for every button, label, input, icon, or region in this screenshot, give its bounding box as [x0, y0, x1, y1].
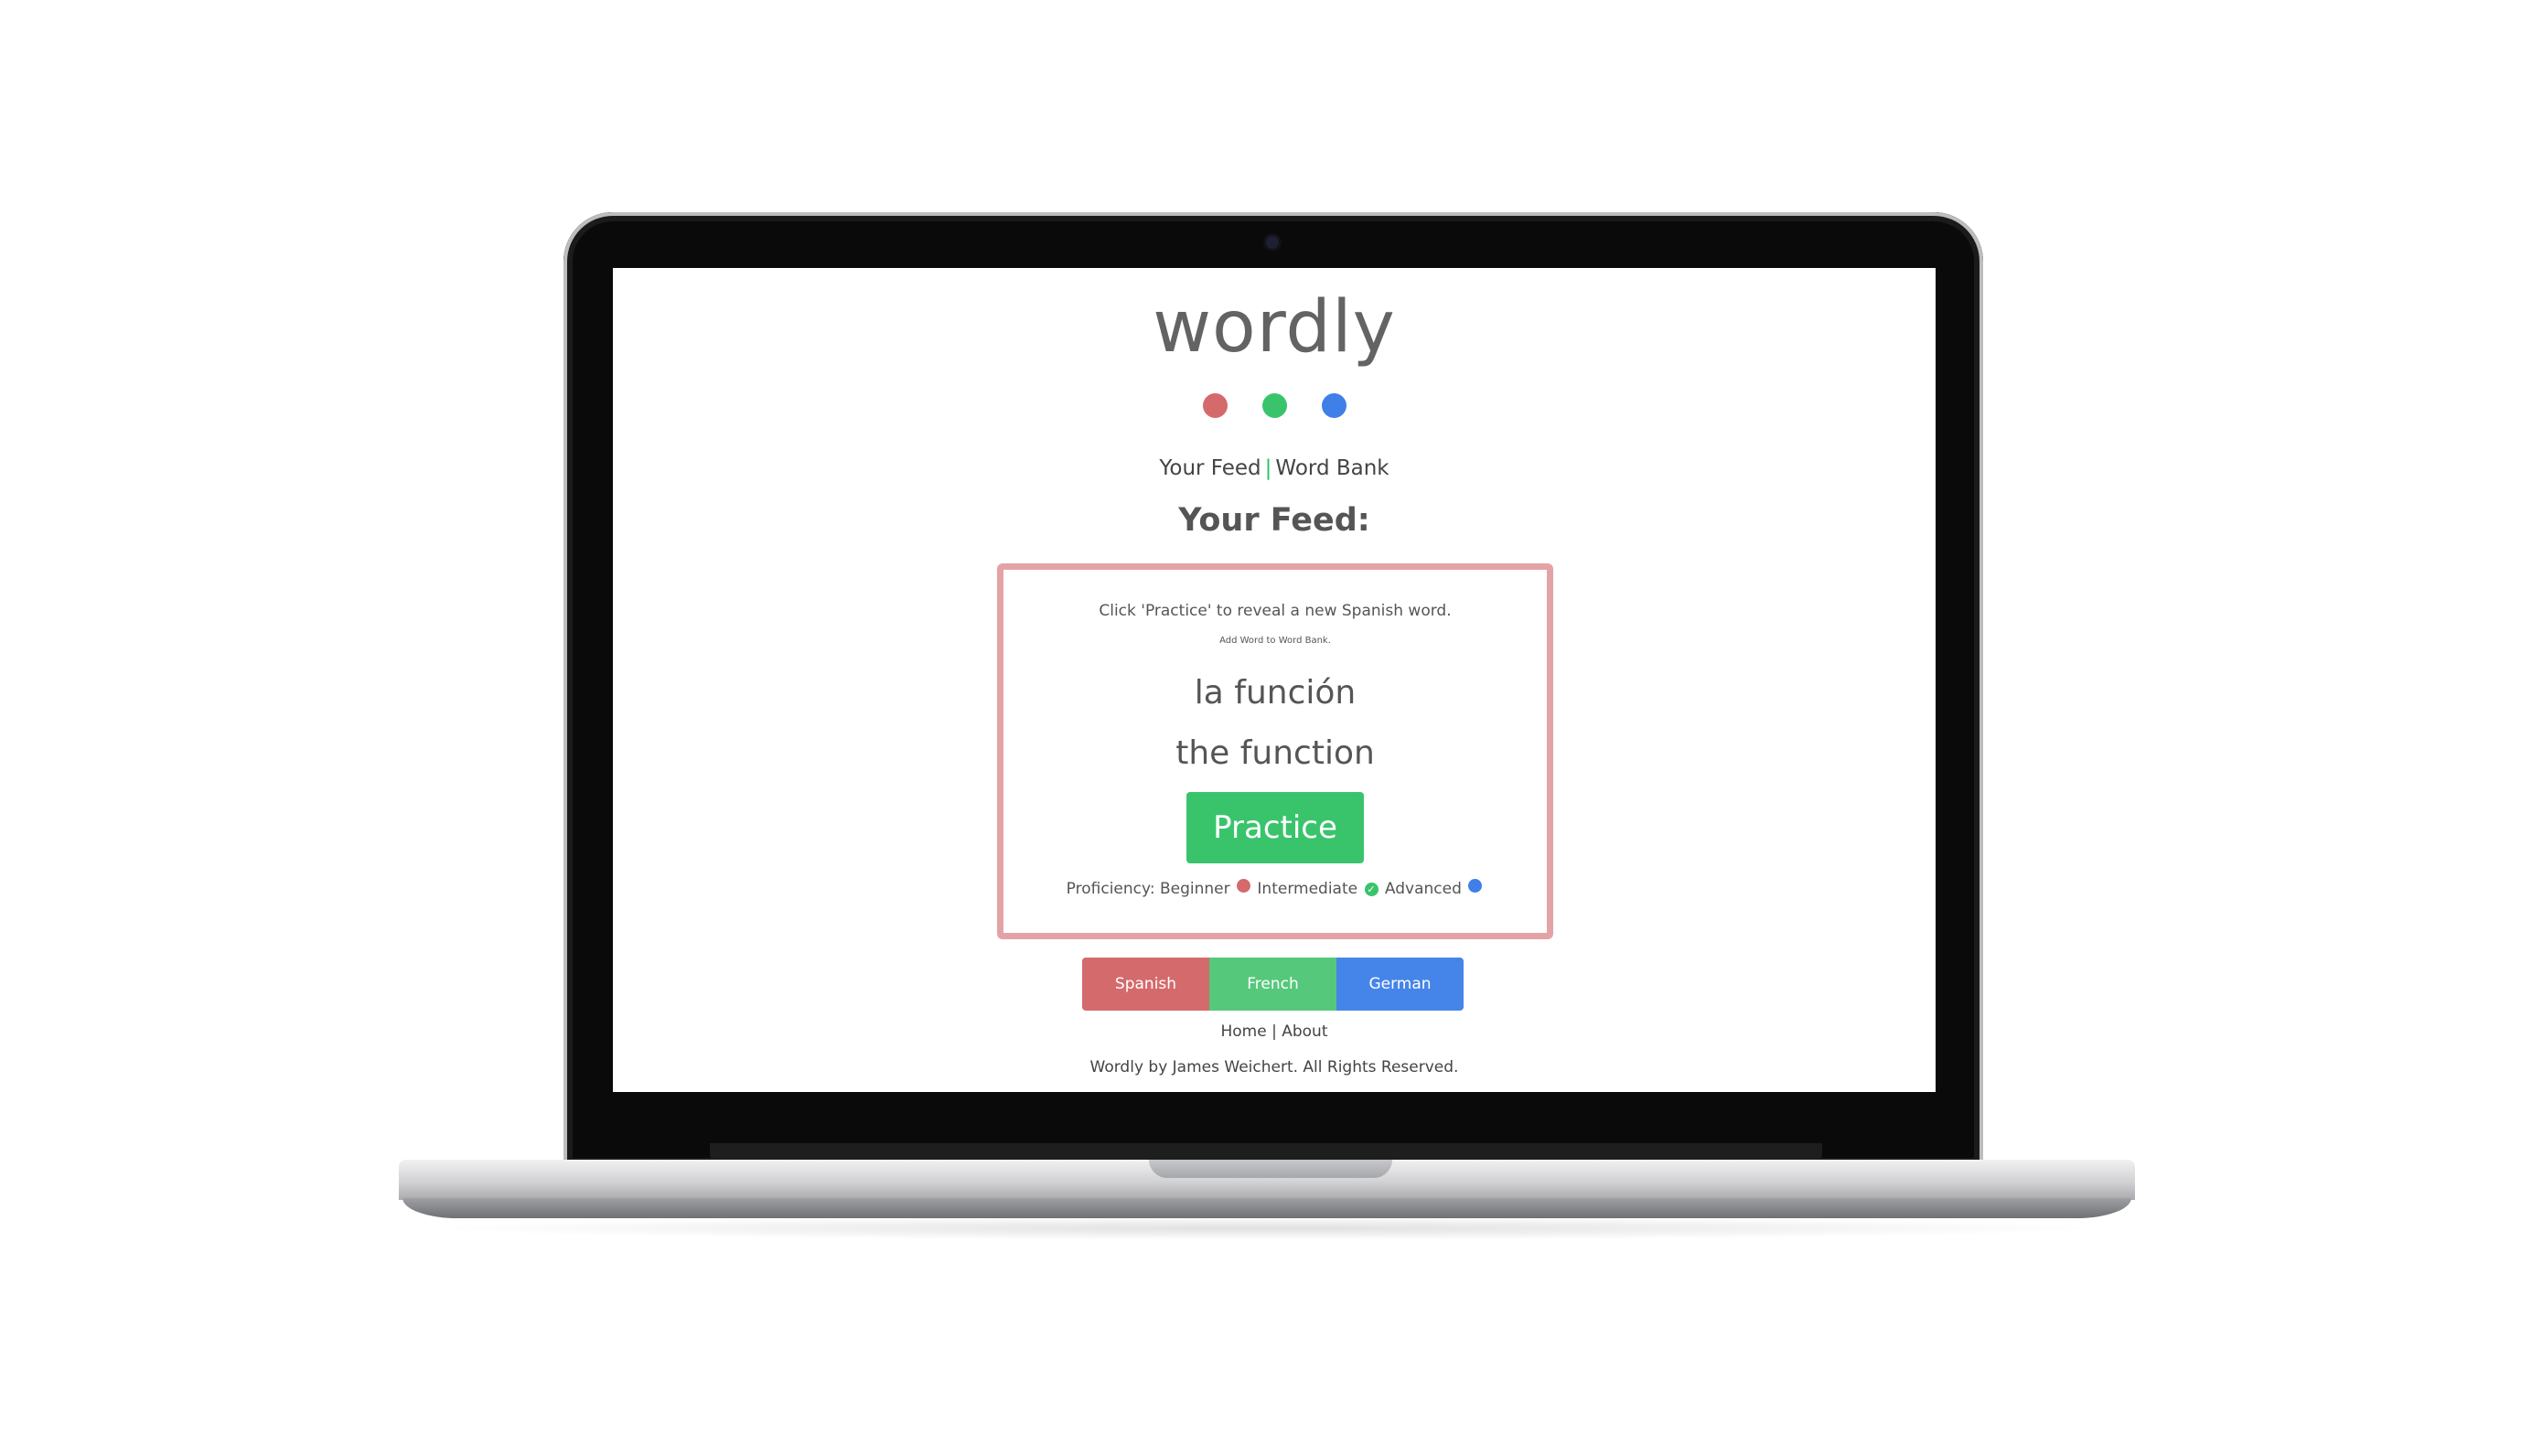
language-selector: Spanish French German: [1082, 958, 1464, 1011]
laptop-screen: wordly Your Feed | Word Bank Your Feed: Cl…: [613, 268, 1936, 1092]
main-nav: Your Feed | Word Bank: [613, 455, 1936, 482]
blue-dot-icon: [1321, 393, 1346, 418]
advanced-radio-icon[interactable]: [1468, 879, 1483, 893]
proficiency-selector: Proficiency: Beginner Intermediate ✓ Adv…: [1003, 879, 1547, 899]
wordly-page: wordly Your Feed | Word Bank Your Feed: Cl…: [613, 268, 1936, 1092]
footer-separator: |: [1271, 1022, 1277, 1041]
copyright-text: Wordly by James Weichert. All Rights Res…: [1089, 1058, 1459, 1076]
language-spanish-button[interactable]: Spanish: [1082, 958, 1209, 1011]
laptop-base-edge: [402, 1198, 2131, 1218]
beginner-radio-icon[interactable]: [1237, 879, 1251, 893]
laptop-shadow: [421, 1216, 2113, 1240]
nav-word-bank-link[interactable]: Word Bank: [1275, 456, 1389, 480]
footer-home-link[interactable]: Home: [1220, 1022, 1266, 1041]
proficiency-advanced-label: Advanced: [1384, 880, 1462, 898]
proficiency-intermediate-label: Intermediate: [1257, 880, 1358, 898]
laptop-notch: [1149, 1160, 1392, 1178]
add-word-link[interactable]: Add Word to Word Bank.: [1003, 635, 1547, 648]
language-french-button[interactable]: French: [1209, 958, 1336, 1011]
intermediate-check-icon[interactable]: ✓: [1364, 883, 1379, 896]
foreign-word: la función: [1194, 674, 1357, 712]
page-title: Your Feed:: [1178, 502, 1370, 539]
nav-separator: |: [1264, 456, 1272, 480]
footer-about-link[interactable]: About: [1282, 1022, 1327, 1041]
footer-nav: Home | About: [613, 1022, 1936, 1042]
green-dot-icon: [1261, 393, 1287, 418]
language-german-button[interactable]: German: [1336, 958, 1464, 1011]
nav-your-feed-link[interactable]: Your Feed: [1159, 456, 1261, 480]
webcam-icon: [1266, 236, 1279, 249]
proficiency-label: Proficiency:: [1066, 880, 1155, 898]
red-dot-icon: [1202, 393, 1228, 418]
practice-card: Click 'Practice' to reveal a new Spanish…: [997, 563, 1553, 939]
proficiency-beginner-label: Beginner: [1159, 880, 1230, 898]
laptop-hinge: [710, 1143, 1822, 1160]
instruction-text: Click 'Practice' to reveal a new Spanish…: [1099, 602, 1452, 620]
word-translation: the function: [1175, 734, 1375, 772]
logo-dots: [613, 393, 1936, 418]
practice-button[interactable]: Practice: [1186, 792, 1364, 863]
logo: wordly: [1153, 286, 1396, 369]
laptop-mockup: wordly Your Feed | Word Bank Your Feed: Cl…: [0, 0, 2532, 1456]
